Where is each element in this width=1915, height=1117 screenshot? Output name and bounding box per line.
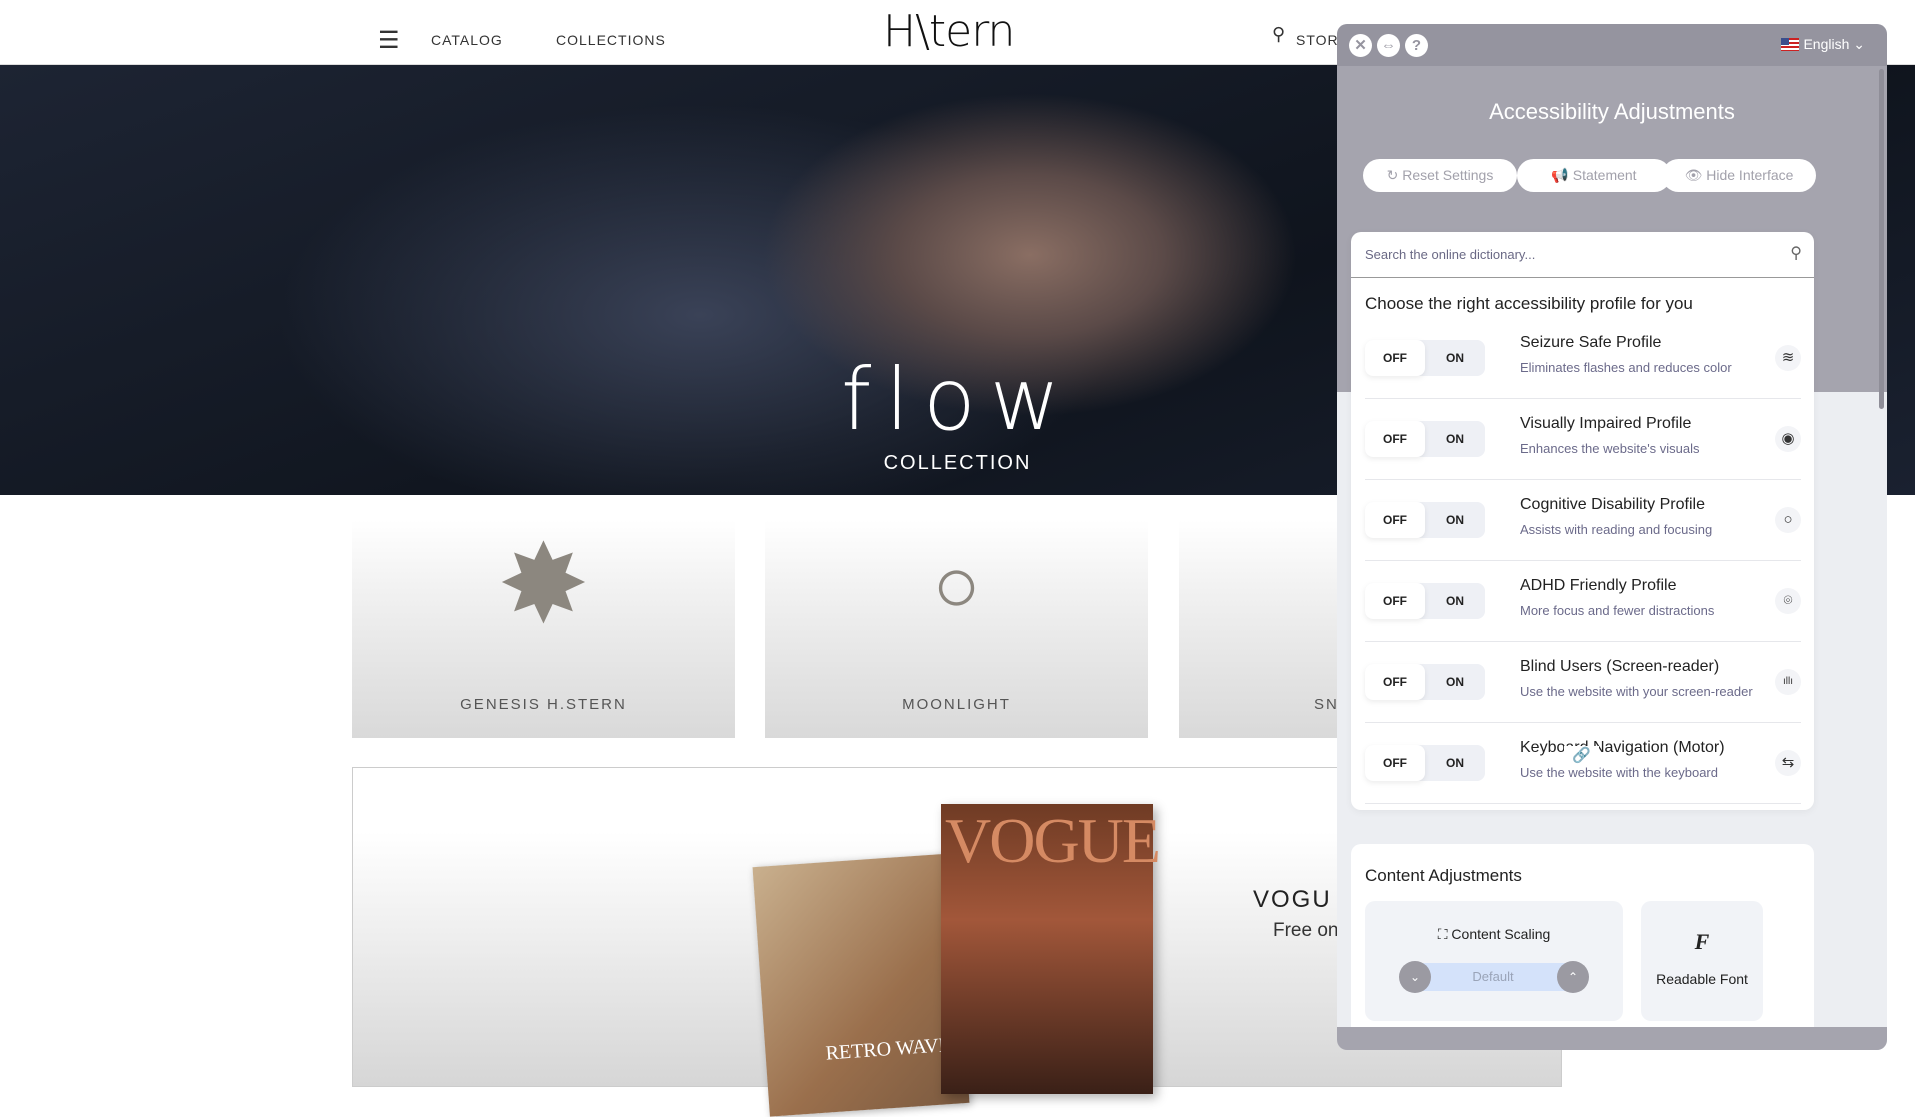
profiles-card: Search the online dictionary... ⚲ Choose … bbox=[1351, 232, 1814, 810]
profile-description: Enhances the website's visuals bbox=[1520, 441, 1700, 456]
logo[interactable]: H\tern bbox=[883, 6, 1015, 57]
profile-toggle[interactable]: OFF ON bbox=[1365, 502, 1485, 538]
dictionary-search-input[interactable]: Search the online dictionary... ⚲ bbox=[1351, 232, 1814, 278]
promo-subtitle: Free on bbox=[1273, 920, 1339, 941]
language-label: English bbox=[1803, 36, 1850, 52]
statement-button[interactable]: 📢 Statement bbox=[1517, 159, 1671, 192]
focus-icon: ⌾ bbox=[1775, 588, 1801, 614]
eye-icon: ◉ bbox=[1775, 426, 1801, 452]
hamburger-menu-icon[interactable]: ☰ bbox=[378, 26, 400, 55]
waves-icon: ≋ bbox=[1775, 345, 1801, 371]
increase-scaling-button[interactable]: ⌃ bbox=[1557, 961, 1589, 993]
move-panel-icon[interactable]: ⇔ bbox=[1377, 34, 1400, 57]
help-icon[interactable]: ? bbox=[1405, 34, 1428, 57]
toggle-off[interactable]: OFF bbox=[1365, 745, 1425, 781]
profile-title: Blind Users (Screen-reader) bbox=[1520, 658, 1720, 675]
scaling-value: Default bbox=[1413, 963, 1573, 991]
font-icon: F bbox=[1694, 929, 1710, 954]
profile-title: Seizure Safe Profile bbox=[1520, 334, 1662, 351]
profile-title: Keyboard Navigation (Motor) bbox=[1520, 739, 1725, 756]
profile-description: Use the website with your screen-reader bbox=[1520, 684, 1753, 699]
accessibility-panel: ✕ ⇔ ? English ⌄ Accessibility Adjustment… bbox=[1337, 24, 1887, 1050]
profile-title: ADHD Friendly Profile bbox=[1520, 577, 1677, 594]
nav-stores[interactable]: STOR bbox=[1296, 32, 1339, 48]
button-label: Hide Interface bbox=[1706, 167, 1794, 183]
content-scaling-label: Content Scaling bbox=[1451, 926, 1551, 942]
panel-title: Accessibility Adjustments bbox=[1489, 99, 1735, 124]
panel-footer bbox=[1337, 1027, 1887, 1050]
profile-title: Visually Impaired Profile bbox=[1520, 415, 1692, 432]
us-flag-icon bbox=[1781, 38, 1800, 51]
audio-wave-icon: ıllı bbox=[1775, 669, 1801, 695]
profile-row: OFF ON Blind Users (Screen-reader) Use th… bbox=[1365, 642, 1801, 723]
product-label: GENESIS H.STERN bbox=[460, 696, 627, 713]
search-icon[interactable]: ⚲ bbox=[1790, 243, 1802, 263]
language-selector[interactable]: English ⌄ bbox=[1781, 36, 1865, 53]
cover-text: RETRO WAVE bbox=[824, 1033, 952, 1065]
profile-row: OFF ON ADHD Friendly Profile More focus a… bbox=[1365, 561, 1801, 642]
profile-toggle[interactable]: OFF ON bbox=[1365, 583, 1485, 619]
product-card[interactable]: SN bbox=[1179, 520, 1349, 738]
toggle-off[interactable]: OFF bbox=[1365, 340, 1425, 376]
megaphone-icon: 📢 bbox=[1551, 167, 1569, 183]
eye-icon: 👁 bbox=[1684, 167, 1703, 183]
content-adjustments-card: Content Adjustments ⛶ Content Scaling De… bbox=[1351, 844, 1814, 1050]
toggle-on[interactable]: ON bbox=[1425, 421, 1485, 457]
profile-description: Use the website with the keyboard bbox=[1520, 765, 1718, 780]
profile-description: Assists with reading and focusing bbox=[1520, 522, 1713, 537]
product-card[interactable]: ○ MOONLIGHT bbox=[765, 520, 1148, 738]
product-card[interactable]: ✸ GENESIS H.STERN bbox=[352, 520, 735, 738]
toggle-on[interactable]: ON bbox=[1425, 664, 1485, 700]
hide-interface-button[interactable]: 👁 Hide Interface bbox=[1662, 159, 1816, 192]
product-label: MOONLIGHT bbox=[902, 696, 1011, 713]
profile-toggle[interactable]: OFF ON bbox=[1365, 421, 1485, 457]
retro-wave-cover: RETRO WAVE bbox=[752, 853, 970, 1117]
toggle-off[interactable]: OFF bbox=[1365, 421, 1425, 457]
button-label: Statement bbox=[1572, 167, 1637, 183]
cover-text: VOGUE bbox=[945, 805, 1161, 876]
profile-toggle[interactable]: OFF ON bbox=[1365, 340, 1485, 376]
readable-font-label: Readable Font bbox=[1656, 971, 1748, 987]
arrows-swap-icon: ⇆ bbox=[1775, 750, 1801, 776]
content-adjustments-heading: Content Adjustments bbox=[1365, 866, 1522, 885]
profile-title: Cognitive Disability Profile bbox=[1520, 496, 1705, 513]
reset-settings-button[interactable]: ↻ Reset Settings bbox=[1363, 159, 1517, 192]
button-label: Reset Settings bbox=[1402, 167, 1494, 183]
profile-toggle[interactable]: OFF ON bbox=[1365, 664, 1485, 700]
nav-catalog[interactable]: CATALOG bbox=[431, 32, 503, 48]
nav-collections[interactable]: COLLECTIONS bbox=[556, 32, 666, 48]
star-ring-image: ✸ bbox=[497, 523, 590, 646]
toggle-on[interactable]: ON bbox=[1425, 502, 1485, 538]
profile-description: More focus and fewer distractions bbox=[1520, 603, 1715, 618]
readable-font-button[interactable]: F Readable Font bbox=[1641, 901, 1763, 1021]
location-pin-icon: ⚲ bbox=[1272, 24, 1286, 44]
profile-toggle[interactable]: OFF ON bbox=[1365, 745, 1485, 781]
toggle-on[interactable]: ON bbox=[1425, 340, 1485, 376]
search-placeholder: Search the online dictionary... bbox=[1365, 247, 1536, 262]
promo-title: VOGU bbox=[1253, 886, 1332, 913]
earrings-image: ○ bbox=[932, 540, 981, 629]
scaling-icon: ⛶ bbox=[1437, 926, 1448, 942]
profile-description: Eliminates flashes and reduces color bbox=[1520, 360, 1732, 375]
toggle-off[interactable]: OFF bbox=[1365, 583, 1425, 619]
toggle-off[interactable]: OFF bbox=[1365, 502, 1425, 538]
close-icon[interactable]: ✕ bbox=[1349, 34, 1372, 57]
content-scaling-control: ⛶ Content Scaling Default ⌄ ⌃ bbox=[1365, 901, 1623, 1021]
panel-header: ✕ ⇔ ? English ⌄ bbox=[1337, 24, 1887, 66]
toggle-on[interactable]: ON bbox=[1425, 583, 1485, 619]
profile-row: OFF ON Visually Impaired Profile Enhances… bbox=[1365, 399, 1801, 480]
toggle-off[interactable]: OFF bbox=[1365, 664, 1425, 700]
toggle-on[interactable]: ON bbox=[1425, 745, 1485, 781]
profile-row: OFF ON Cognitive Disability Profile Assis… bbox=[1365, 480, 1801, 561]
circle-icon: ○ bbox=[1775, 507, 1801, 533]
decrease-scaling-button[interactable]: ⌄ bbox=[1399, 961, 1431, 993]
vogue-cover: VOGUE bbox=[941, 804, 1161, 1094]
reset-icon: ↻ bbox=[1386, 167, 1399, 183]
link-icon: 🔗 bbox=[1564, 746, 1599, 764]
profile-row: OFF ON Seizure Safe Profile Eliminates fl… bbox=[1365, 318, 1801, 399]
profiles-heading: Choose the right accessibility profile f… bbox=[1365, 294, 1693, 313]
